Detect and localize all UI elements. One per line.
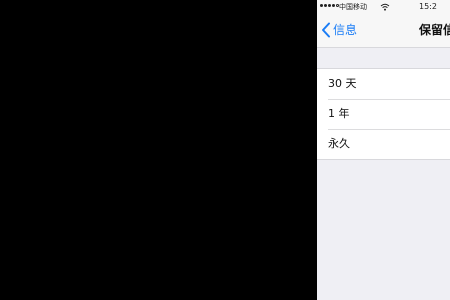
page-title: 保留信 — [419, 23, 450, 37]
status-time: 15:2 — [419, 2, 437, 11]
option-label: 1 年 — [328, 107, 350, 120]
chevron-left-icon — [322, 22, 330, 38]
option-label: 30 天 — [328, 77, 357, 90]
option-label: 永久 — [328, 137, 350, 150]
phone-screen: 中国移动 15:2 信息 保留信 30 天 1 年 永久 — [317, 0, 450, 300]
option-1-year[interactable]: 1 年 — [317, 99, 450, 129]
option-forever[interactable]: 永久 — [317, 129, 450, 159]
status-bar: 中国移动 15:2 — [317, 0, 450, 14]
screenshot-frame: 中国移动 15:2 信息 保留信 30 天 1 年 永久 — [0, 0, 450, 300]
option-30-days[interactable]: 30 天 — [317, 69, 450, 99]
back-button-label: 信息 — [333, 23, 358, 37]
signal-strength-icon — [320, 4, 339, 7]
back-button[interactable]: 信息 — [321, 20, 357, 40]
keep-messages-options-list: 30 天 1 年 永久 — [317, 68, 450, 160]
navigation-bar: 信息 保留信 — [317, 14, 450, 48]
carrier-name: 中国移动 — [339, 3, 367, 11]
wifi-icon — [380, 3, 390, 11]
